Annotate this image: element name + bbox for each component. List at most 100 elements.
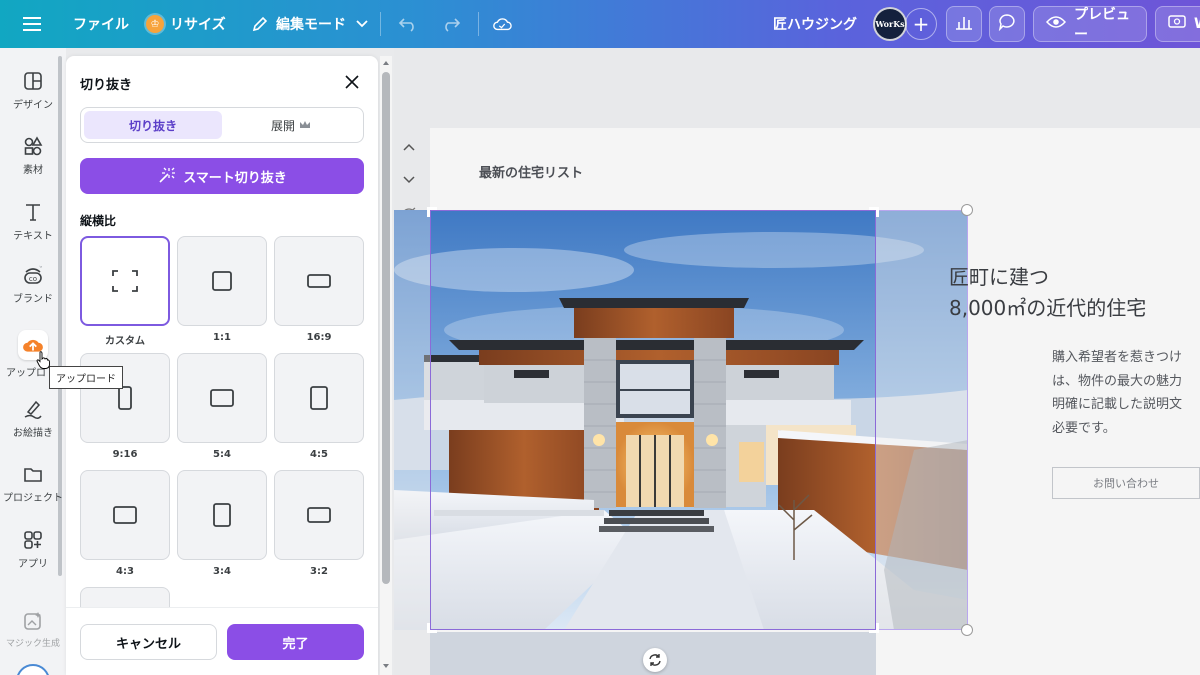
- present-button[interactable]: W: [1155, 6, 1200, 42]
- folder-icon: [24, 468, 42, 482]
- hand-cursor-icon: [36, 351, 50, 369]
- description-text[interactable]: 購入希望者を惹きつけ は、物件の最大の魅力 明確に記載した説明文 必要です。: [1052, 346, 1182, 440]
- ratio-custom[interactable]: [80, 236, 170, 326]
- close-icon: [345, 75, 359, 89]
- panel-scrollbar[interactable]: [380, 56, 392, 675]
- rail-label-elements: 素材: [23, 165, 43, 176]
- move-up-button[interactable]: [398, 130, 420, 163]
- comment-icon: [998, 13, 1016, 35]
- plus-icon: +: [912, 12, 930, 36]
- rail-item-apps[interactable]: アプリ: [0, 529, 66, 570]
- ratio-3-2-label: 3:2: [310, 566, 328, 577]
- chevron-down-icon: [403, 175, 415, 183]
- ratio-custom-label: カスタム: [105, 336, 145, 347]
- preview-button[interactable]: プレビュー: [1033, 6, 1147, 43]
- headline[interactable]: 匠町に建つ 8,000㎡の近代的住宅: [949, 262, 1146, 324]
- crop-mask-left: [394, 210, 430, 630]
- smart-crop-label: スマート切り抜き: [183, 170, 287, 186]
- crop-handle-bottom-right[interactable]: [869, 623, 879, 633]
- cancel-button[interactable]: キャンセル: [80, 624, 217, 660]
- crop-handle-bottom-left[interactable]: [427, 623, 437, 633]
- portrait-icon: [310, 386, 328, 410]
- file-menu-label: ファイル: [73, 17, 129, 33]
- rail-item-draw[interactable]: お絵描き: [0, 398, 66, 439]
- resize-label: リサイズ: [170, 17, 226, 33]
- add-collaborator-button[interactable]: +: [905, 8, 937, 40]
- contact-button[interactable]: お問い合わせ: [1052, 467, 1200, 499]
- tab-expand[interactable]: 展開: [222, 111, 360, 139]
- ratio-4-3[interactable]: [80, 470, 170, 560]
- tab-expand-label: 展開: [270, 118, 295, 133]
- ratio-16-9[interactable]: [274, 236, 364, 326]
- ratio-5-4[interactable]: [177, 353, 267, 443]
- crown-icon: ♔: [146, 15, 164, 33]
- rail-item-elements[interactable]: 素材: [0, 135, 66, 176]
- rail-label-magic: マジック生成: [5, 639, 60, 649]
- insights-button[interactable]: [946, 6, 982, 42]
- menu-button[interactable]: [22, 0, 42, 48]
- ratio-16-9-label: 16:9: [306, 332, 332, 343]
- section-title[interactable]: 最新の住宅リスト: [479, 162, 583, 181]
- ratio-3-4-label: 3:4: [213, 566, 231, 577]
- crown-icon: [300, 121, 310, 128]
- rail-label-design: デザイン: [13, 100, 53, 111]
- resize-button[interactable]: ♔ リサイズ: [146, 0, 226, 48]
- apps-icon: [24, 531, 42, 549]
- smart-crop-button[interactable]: スマート切り抜き: [80, 158, 364, 194]
- account-circle[interactable]: [16, 664, 50, 675]
- rail-item-design[interactable]: デザイン: [0, 70, 66, 111]
- move-down-button[interactable]: [398, 163, 420, 196]
- rail-item-magic[interactable]: マジック生成: [0, 610, 66, 649]
- rail-item-text[interactable]: テキスト: [0, 201, 66, 242]
- ratio-1-1-label: 1:1: [213, 332, 231, 343]
- comments-button[interactable]: [989, 6, 1025, 42]
- toolbar-divider: [380, 12, 381, 36]
- toolbar-divider: [478, 12, 479, 36]
- svg-text:co: co: [29, 275, 37, 283]
- crop-mode-tabs: 切り抜き 展開: [80, 107, 364, 143]
- ratio-3-2[interactable]: [274, 470, 364, 560]
- landscape-icon: [113, 506, 137, 524]
- custom-crop-icon: [112, 270, 138, 292]
- scroll-up-icon: [383, 61, 389, 65]
- present-label: W: [1194, 16, 1200, 32]
- panel-title: 切り抜き: [80, 78, 133, 93]
- present-icon: [1168, 14, 1186, 34]
- scrollbar-thumb[interactable]: [382, 72, 390, 584]
- tab-crop[interactable]: 切り抜き: [84, 111, 222, 139]
- ratio-1-1[interactable]: [177, 236, 267, 326]
- crop-frame[interactable]: [430, 210, 876, 630]
- ratio-4-5[interactable]: [274, 353, 364, 443]
- upload-tooltip: アップロード: [49, 366, 123, 389]
- rail-item-projects[interactable]: プロジェクト: [0, 463, 66, 504]
- side-navigation: デザイン 素材 テキスト co ブランド アップロ お絵描き プロジェクト アプ…: [0, 48, 66, 675]
- file-menu[interactable]: ファイル: [73, 0, 129, 48]
- resize-handle-top-right[interactable]: [961, 204, 973, 216]
- undo-button[interactable]: [398, 0, 418, 48]
- top-toolbar: ファイル ♔ リサイズ 編集モード 匠ハウジング WorKs + プレビュー: [0, 0, 1200, 48]
- rotate-icon: [649, 654, 661, 666]
- close-panel-button[interactable]: [342, 72, 362, 92]
- landscape-wide-icon: [307, 274, 331, 288]
- rail-label-apps: アプリ: [18, 559, 48, 570]
- resize-handle-bottom-right[interactable]: [961, 624, 973, 636]
- avatar[interactable]: WorKs: [873, 7, 907, 41]
- redo-icon: [441, 14, 461, 34]
- redo-button[interactable]: [441, 0, 461, 48]
- ratio-4-5-label: 4:5: [310, 449, 328, 460]
- ratio-3-4[interactable]: [177, 470, 267, 560]
- scroll-down-icon: [383, 664, 389, 668]
- bar-chart-icon: [955, 14, 973, 34]
- rotate-button[interactable]: [643, 648, 667, 672]
- preview-label: プレビュー: [1074, 7, 1130, 43]
- crop-handle-top-left[interactable]: [427, 207, 437, 217]
- ratio-5-4-label: 5:4: [213, 449, 231, 460]
- done-button[interactable]: 完了: [227, 624, 364, 660]
- edit-mode-dropdown[interactable]: 編集モード: [250, 0, 372, 48]
- rail-item-brand[interactable]: co ブランド: [0, 264, 66, 305]
- ratio-9-16-label: 9:16: [112, 449, 138, 460]
- chevron-down-icon: [352, 14, 372, 34]
- document-title[interactable]: 匠ハウジング: [773, 0, 857, 48]
- cloud-save-button[interactable]: [492, 0, 512, 48]
- crop-handle-top-right[interactable]: [869, 207, 879, 217]
